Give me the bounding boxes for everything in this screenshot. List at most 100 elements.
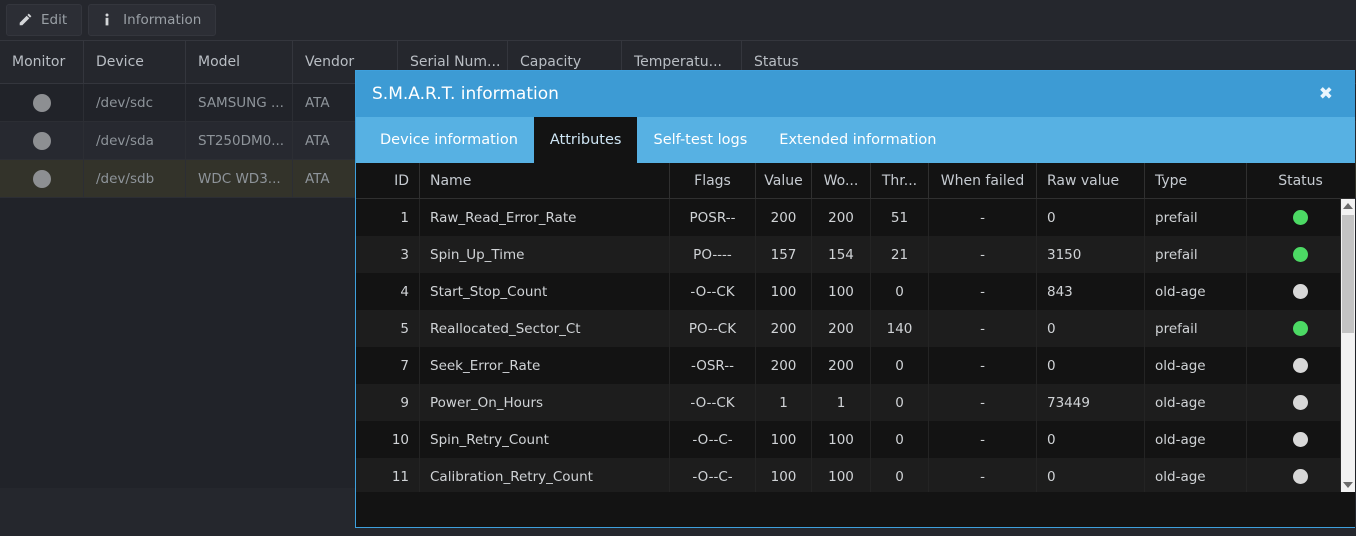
- attr-cell-raw-value: 3150: [1037, 236, 1145, 273]
- attr-cell-worst: 100: [812, 421, 871, 458]
- attr-cell-when-failed: -: [929, 421, 1037, 458]
- attributes-row[interactable]: 11 Calibration_Retry_Count -O--C- 100 100 0-0…: [356, 458, 1355, 492]
- status-dot-icon: [1293, 432, 1308, 447]
- pencil-icon: [17, 12, 33, 28]
- status-dot-icon: [1293, 395, 1308, 410]
- info-icon: [99, 12, 115, 28]
- monitor-indicator[interactable]: [0, 160, 84, 197]
- status-dot-icon: [1293, 321, 1308, 336]
- monitor-dot-icon: [32, 131, 51, 150]
- attr-cell-value: 200: [756, 310, 812, 347]
- attributes-panel: ID Name Flags Value Wo... Thr... When fa…: [356, 163, 1355, 527]
- attr-cell-value: 200: [756, 347, 812, 384]
- attr-cell-thresh: 21: [871, 236, 929, 273]
- information-button[interactable]: Information: [88, 4, 217, 36]
- attributes-row[interactable]: 1 Raw_Read_Error_Rate POSR-- 200 200 51-0 pref…: [356, 199, 1355, 236]
- smart-information-dialog: S.M.A.R.T. information ✖ Device informat…: [355, 70, 1355, 528]
- attr-cell-name: Reallocated_Sector_Ct: [420, 310, 670, 347]
- attr-cell-name: Start_Stop_Count: [420, 273, 670, 310]
- status-dot-icon: [1293, 210, 1308, 225]
- attr-cell-type: old-age: [1145, 347, 1247, 384]
- monitor-indicator[interactable]: [0, 122, 84, 159]
- attr-cell-name: Spin_Up_Time: [420, 236, 670, 273]
- attr-col-worst[interactable]: Wo...: [812, 163, 871, 198]
- scroll-down-arrow-icon[interactable]: [1341, 478, 1355, 492]
- attributes-table-body: 1 Raw_Read_Error_Rate POSR-- 200 200 51-0 pref…: [356, 199, 1355, 492]
- close-icon[interactable]: ✖: [1313, 84, 1339, 105]
- scroll-up-arrow-icon[interactable]: [1341, 199, 1355, 213]
- attr-cell-raw-value: 0: [1037, 347, 1145, 384]
- edit-button[interactable]: Edit: [6, 4, 83, 36]
- attr-cell-raw-value: 0: [1037, 421, 1145, 458]
- attr-cell-flags: PO--CK: [670, 310, 756, 347]
- attr-cell-id: 10: [356, 421, 420, 458]
- attr-col-type[interactable]: Type: [1145, 163, 1247, 198]
- attr-cell-name: Calibration_Retry_Count: [420, 458, 670, 492]
- device-col-device[interactable]: Device: [84, 41, 186, 83]
- attr-cell-name: Spin_Retry_Count: [420, 421, 670, 458]
- attr-cell-raw-value: 843: [1037, 273, 1145, 310]
- attributes-row[interactable]: 9 Power_On_Hours -O--CK 1 1 0-73449 old-age: [356, 384, 1355, 421]
- attr-cell-raw-value: 73449: [1037, 384, 1145, 421]
- attr-cell-id: 11: [356, 458, 420, 492]
- attr-cell-type: old-age: [1145, 273, 1247, 310]
- attr-cell-type: old-age: [1145, 384, 1247, 421]
- edit-button-label: Edit: [41, 12, 68, 28]
- attr-cell-id: 4: [356, 273, 420, 310]
- attr-cell-thresh: 0: [871, 421, 929, 458]
- attr-col-flags[interactable]: Flags: [670, 163, 756, 198]
- attr-col-threshold[interactable]: Thr...: [871, 163, 929, 198]
- scrollbar-thumb[interactable]: [1342, 215, 1354, 333]
- attributes-row[interactable]: 3 Spin_Up_Time PO---- 157 154 21-3150 prefail: [356, 236, 1355, 273]
- attr-cell-worst: 100: [812, 458, 871, 492]
- attr-cell-worst: 200: [812, 199, 871, 236]
- tab-self-test-logs[interactable]: Self-test logs: [637, 117, 763, 163]
- attr-cell-worst: 1: [812, 384, 871, 421]
- attributes-row[interactable]: 5 Reallocated_Sector_Ct PO--CK 200 200 140-0 p…: [356, 310, 1355, 347]
- attr-cell-status: [1247, 199, 1354, 236]
- tab-attributes[interactable]: Attributes: [533, 117, 638, 163]
- attr-cell-worst: 200: [812, 347, 871, 384]
- status-dot-icon: [1293, 284, 1308, 299]
- attributes-row[interactable]: 4 Start_Stop_Count -O--CK 100 100 0-843 old-ag…: [356, 273, 1355, 310]
- attributes-row[interactable]: 7 Seek_Error_Rate -OSR-- 200 200 0-0 old-age: [356, 347, 1355, 384]
- attr-cell-raw-value: 0: [1037, 310, 1145, 347]
- attr-col-id[interactable]: ID: [356, 163, 420, 198]
- attr-cell-when-failed: -: [929, 236, 1037, 273]
- model-cell: ST250DM0...: [186, 122, 293, 159]
- attr-cell-type: prefail: [1145, 310, 1247, 347]
- status-dot-icon: [1293, 469, 1308, 484]
- attr-cell-type: old-age: [1145, 421, 1247, 458]
- attr-cell-status: [1247, 421, 1354, 458]
- attr-col-raw-value[interactable]: Raw value: [1037, 163, 1145, 198]
- status-dot-icon: [1293, 247, 1308, 262]
- attr-cell-worst: 154: [812, 236, 871, 273]
- attr-col-status[interactable]: Status: [1247, 163, 1354, 198]
- vertical-scrollbar[interactable]: [1340, 199, 1355, 492]
- device-col-model[interactable]: Model: [186, 41, 293, 83]
- attr-cell-name: Raw_Read_Error_Rate: [420, 199, 670, 236]
- tab-device-information[interactable]: Device information: [364, 117, 534, 163]
- attr-cell-name: Seek_Error_Rate: [420, 347, 670, 384]
- attr-cell-thresh: 0: [871, 458, 929, 492]
- attr-col-when-failed[interactable]: When failed: [929, 163, 1037, 198]
- device-col-monitor[interactable]: Monitor: [0, 41, 84, 83]
- attr-cell-when-failed: -: [929, 199, 1037, 236]
- attr-col-value[interactable]: Value: [756, 163, 812, 198]
- attr-cell-thresh: 51: [871, 199, 929, 236]
- attr-cell-name: Power_On_Hours: [420, 384, 670, 421]
- device-cell: /dev/sdc: [84, 84, 186, 121]
- attr-col-name[interactable]: Name: [420, 163, 670, 198]
- attr-cell-value: 100: [756, 458, 812, 492]
- app-window: Edit Information Monitor Device Model Ve…: [0, 0, 1356, 536]
- attr-cell-raw-value: 0: [1037, 199, 1145, 236]
- tab-extended-information[interactable]: Extended information: [763, 117, 952, 163]
- attr-cell-flags: POSR--: [670, 199, 756, 236]
- attributes-row[interactable]: 10 Spin_Retry_Count -O--C- 100 100 0-0 old-age: [356, 421, 1355, 458]
- attr-cell-flags: PO----: [670, 236, 756, 273]
- attr-cell-when-failed: -: [929, 310, 1037, 347]
- monitor-indicator[interactable]: [0, 84, 84, 121]
- attr-cell-thresh: 0: [871, 384, 929, 421]
- attr-cell-flags: -O--CK: [670, 384, 756, 421]
- dialog-title: S.M.A.R.T. information: [372, 84, 559, 104]
